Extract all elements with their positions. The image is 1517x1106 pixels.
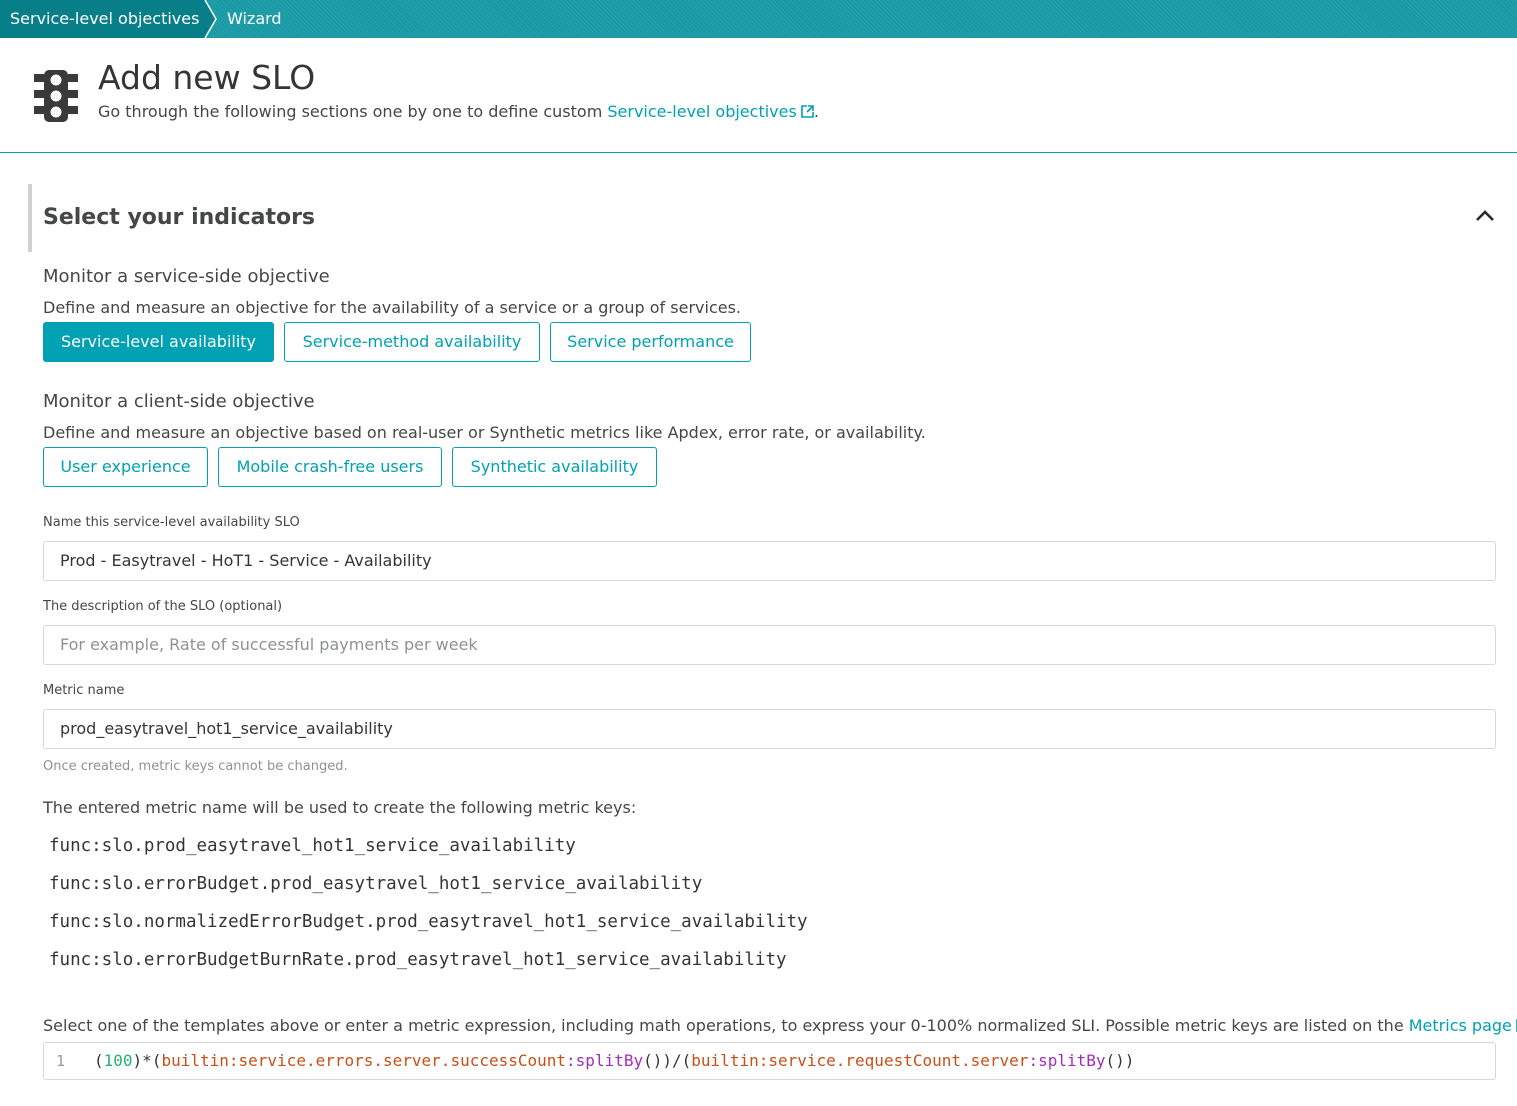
chevron-up-icon[interactable]: [1474, 205, 1496, 225]
page-subtitle: Go through the following sections one by…: [98, 102, 819, 121]
metric-keys-intro: The entered metric name will be used to …: [43, 798, 637, 817]
external-link-icon: [801, 105, 814, 118]
metric-name-label: Metric name: [43, 683, 125, 698]
breadcrumb: Service-level objectives Wizard: [0, 0, 1517, 38]
metric-expression-intro: Select one of the templates above or ent…: [43, 1015, 1517, 1037]
metrics-page-link[interactable]: Metrics page: [1409, 1016, 1517, 1035]
service-level-availability-button[interactable]: Service-level availability: [43, 322, 274, 362]
breadcrumb-item-wizard[interactable]: Wizard: [227, 9, 282, 29]
synthetic-availability-button[interactable]: Synthetic availability: [452, 447, 657, 487]
page-title: Add new SLO: [98, 58, 316, 97]
traffic-light-icon: [34, 70, 78, 122]
mobile-crash-free-users-button[interactable]: Mobile crash-free users: [218, 447, 442, 487]
service-side-description: Define and measure an objective for the …: [43, 298, 742, 317]
section-indicator: [28, 184, 32, 252]
page-subtitle-text: Go through the following sections one by…: [98, 102, 608, 121]
slo-description-label: The description of the SLO (optional): [43, 599, 283, 614]
header-divider: [0, 152, 1517, 153]
metric-key: func:slo.prod_easytravel_hot1_service_av…: [49, 836, 576, 856]
line-number: 1: [56, 1052, 66, 1070]
slo-description-input[interactable]: For example, Rate of successful payments…: [43, 625, 1496, 665]
metric-key: func:slo.errorBudgetBurnRate.prod_easytr…: [49, 950, 787, 970]
user-experience-button[interactable]: User experience: [43, 447, 208, 487]
metric-expression-editor[interactable]: 1 (100)*(builtin:service.errors.server.s…: [43, 1042, 1496, 1080]
metric-name-input[interactable]: prod_easytravel_hot1_service_availabilit…: [43, 709, 1496, 749]
metric-name-hint: Once created, metric keys cannot be chan…: [43, 759, 348, 774]
slo-docs-link[interactable]: Service-level objectives: [607, 102, 814, 121]
service-performance-button[interactable]: Service performance: [550, 322, 751, 362]
section-title: Select your indicators: [43, 205, 316, 230]
slo-name-label: Name this service-level availability SLO: [43, 515, 300, 530]
breadcrumb-separator-icon: [204, 0, 217, 38]
breadcrumb-item-slo[interactable]: Service-level objectives: [10, 9, 199, 29]
slo-name-input[interactable]: Prod - Easytravel - HoT1 - Service - Ava…: [43, 541, 1496, 581]
metric-expression-code[interactable]: (100)*(builtin:service.errors.server.suc…: [94, 1043, 1134, 1079]
service-method-availability-button[interactable]: Service-method availability: [284, 322, 540, 362]
metric-key: func:slo.errorBudget.prod_easytravel_hot…: [49, 874, 703, 894]
client-side-description: Define and measure an objective based on…: [43, 423, 926, 442]
metric-key: func:slo.normalizedErrorBudget.prod_easy…: [49, 912, 808, 932]
client-side-heading: Monitor a client-side objective: [43, 391, 315, 412]
service-side-heading: Monitor a service-side objective: [43, 266, 330, 287]
